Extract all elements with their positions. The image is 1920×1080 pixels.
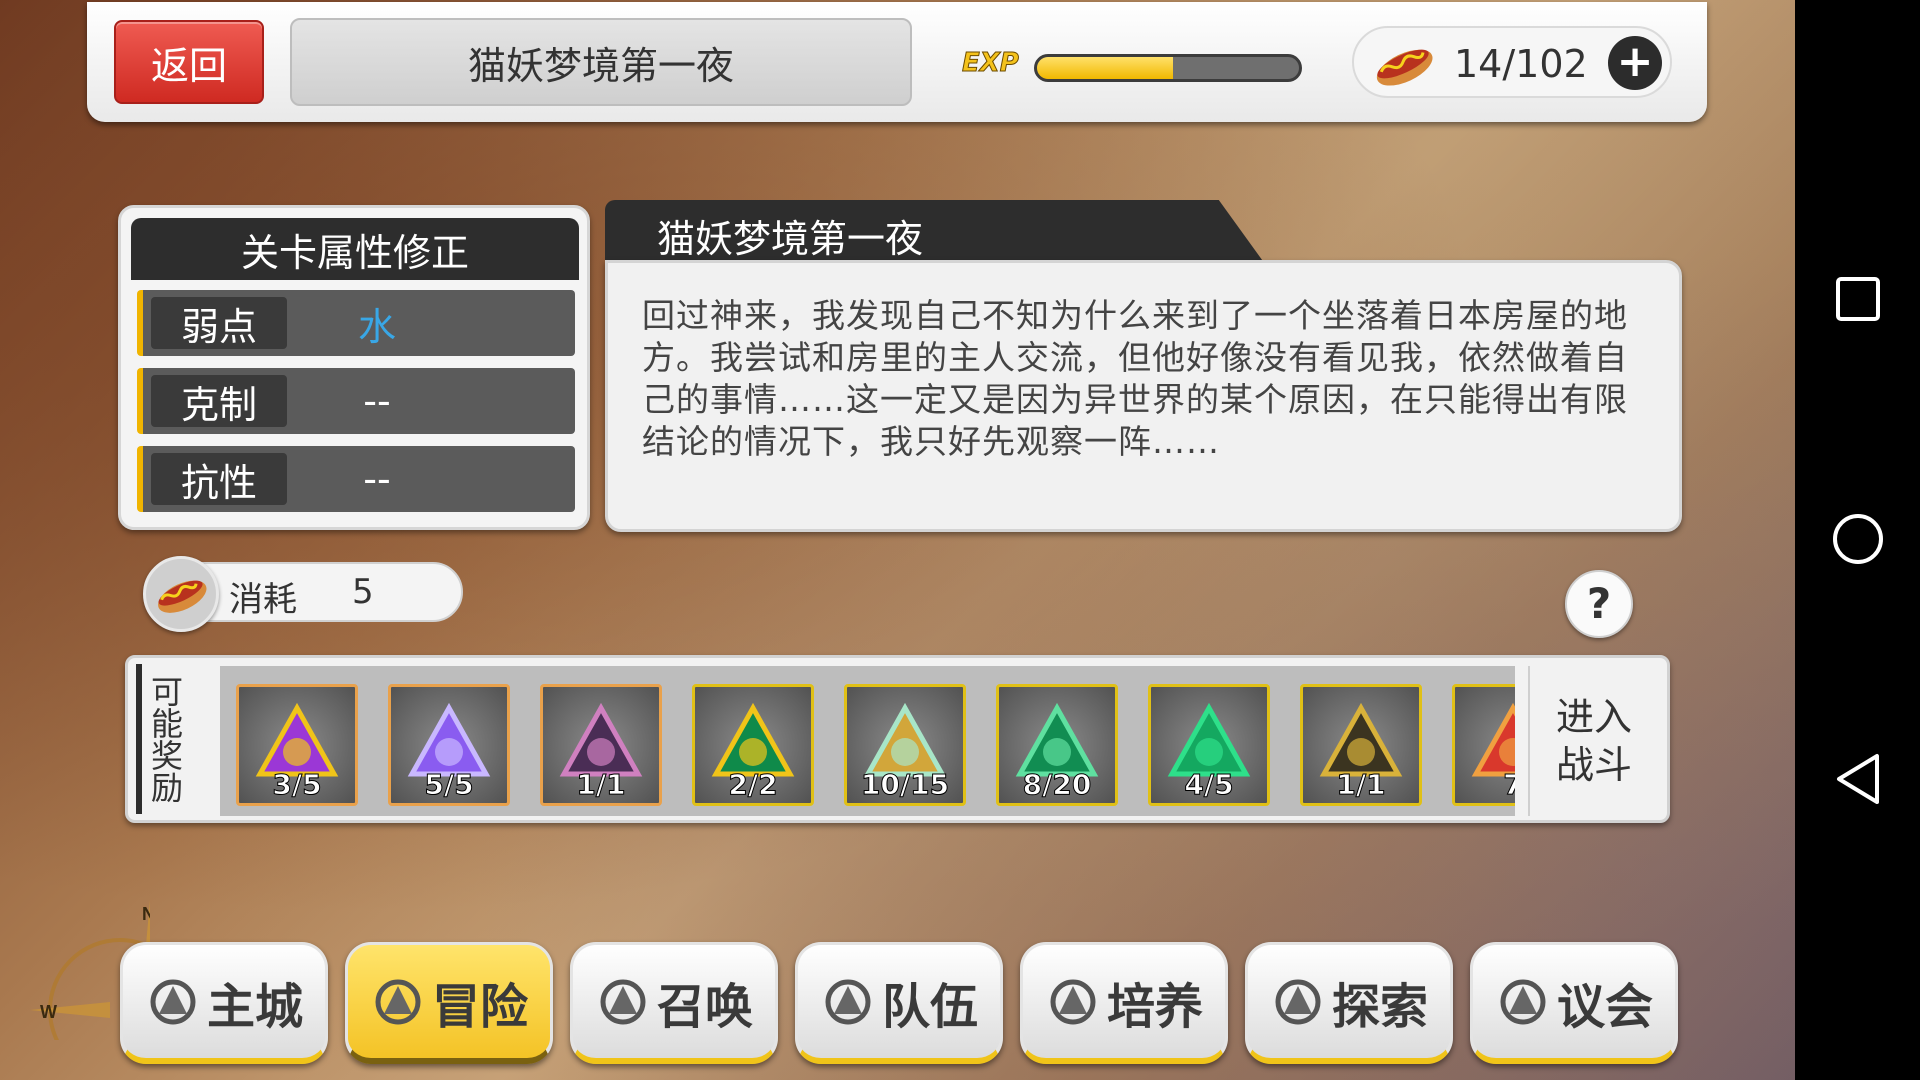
enter-battle-button[interactable]: 进入 战斗: [1528, 666, 1658, 816]
attribute-row-weakness: 弱点 水: [137, 290, 575, 356]
triangle-back-icon: [1837, 754, 1879, 804]
reward-item[interactable]: 7: [1452, 684, 1515, 806]
circle-icon: [1833, 514, 1883, 564]
triple-circle-icon: [1050, 979, 1096, 1024]
stamina-value: 14/102: [1454, 42, 1588, 86]
reward-count: 7: [1503, 768, 1515, 802]
castle-icon: [150, 979, 196, 1024]
reward-item[interactable]: 4/5: [1148, 684, 1270, 806]
tab-label: 召唤: [656, 978, 753, 1035]
recent-apps-button[interactable]: [1827, 268, 1889, 330]
tab-triple-circle[interactable]: 培养: [1020, 942, 1228, 1064]
rewards-label: 可能奖励: [136, 664, 188, 814]
tab-label: 主城: [206, 978, 303, 1035]
possible-rewards-bar: 可能奖励 3/5 5/5 1/1 2/2 10/15 8/20 4/5 1/1 7 进入 战斗: [125, 655, 1670, 823]
reward-count: 1/1: [576, 768, 626, 802]
story-panel: 回过神来，我发现自己不知为什么来到了一个坐落着日本房屋的地方。我尝试和房里的主人…: [605, 260, 1682, 532]
reward-item[interactable]: 8/20: [996, 684, 1118, 806]
hotdog-icon: [158, 580, 207, 613]
system-navigation-bar: [1795, 0, 1920, 1080]
rewards-list[interactable]: 3/5 5/5 1/1 2/2 10/15 8/20 4/5 1/1 7: [220, 666, 1515, 816]
exp-bar: [1034, 54, 1302, 82]
tab-label: 探索: [1331, 978, 1428, 1035]
attribute-label: 克制: [151, 375, 287, 427]
compass-north: N: [142, 904, 150, 924]
reward-count: 5/5: [424, 768, 474, 802]
reward-count: 4/5: [1184, 768, 1234, 802]
reward-count: 2/2: [728, 768, 778, 802]
attribute-value: --: [363, 457, 391, 501]
cost-icon-frame: [143, 556, 219, 632]
back-nav-button[interactable]: [1827, 748, 1889, 810]
home-button[interactable]: [1827, 508, 1889, 570]
hexagram-icon: [600, 979, 646, 1024]
top-bar: 返回 猫妖梦境第一夜 EXP 14/102 +: [87, 2, 1707, 122]
reward-item[interactable]: 3/5: [236, 684, 358, 806]
reward-count: 8/20: [1022, 768, 1092, 802]
tab-lion-crest[interactable]: 议会: [1470, 942, 1678, 1064]
attribute-row-counter: 克制 --: [137, 368, 575, 434]
hotdog-icon: [1376, 49, 1433, 86]
attribute-row-resistance: 抗性 --: [137, 446, 575, 512]
compass-west: W: [40, 1002, 57, 1022]
square-icon: [1836, 277, 1880, 321]
tab-crossed-swords[interactable]: 冒险: [345, 942, 553, 1064]
team-flag-icon: [825, 979, 871, 1024]
game-screen: 返回 猫妖梦境第一夜 EXP 14/102 + 关卡属性修正 弱点 水 克制 -…: [0, 0, 1795, 1080]
attribute-value: 水: [357, 304, 396, 349]
cost-value: 5: [352, 572, 374, 612]
cost-label: 消耗: [229, 580, 297, 620]
help-button[interactable]: ?: [1565, 570, 1633, 638]
story-title: 猫妖梦境第一夜: [657, 217, 924, 261]
reward-count: 3/5: [272, 768, 322, 802]
explorer-icon: [1275, 979, 1321, 1024]
add-stamina-button[interactable]: +: [1608, 36, 1662, 90]
attribute-value: --: [363, 379, 391, 423]
reward-count: 10/15: [860, 768, 950, 802]
exp-label: EXP: [962, 48, 1020, 79]
tab-hexagram[interactable]: 召唤: [570, 942, 778, 1064]
stage-attribute-panel: 关卡属性修正 弱点 水 克制 -- 抗性 --: [118, 205, 590, 530]
reward-item[interactable]: 5/5: [388, 684, 510, 806]
attribute-label: 弱点: [151, 297, 287, 349]
tab-label: 冒险: [431, 978, 528, 1035]
stamina-counter: 14/102 +: [1352, 26, 1672, 98]
tab-label: 队伍: [881, 978, 978, 1035]
reward-item[interactable]: 10/15: [844, 684, 966, 806]
reward-count: 1/1: [1336, 768, 1386, 802]
reward-item[interactable]: 1/1: [1300, 684, 1422, 806]
crossed-swords-icon: [375, 979, 421, 1024]
tab-explorer[interactable]: 探索: [1245, 942, 1453, 1064]
back-button[interactable]: 返回: [114, 20, 264, 104]
reward-item[interactable]: 1/1: [540, 684, 662, 806]
story-text: 回过神来，我发现自己不知为什么来到了一个坐落着日本房屋的地方。我尝试和房里的主人…: [642, 296, 1628, 461]
enter-battle-label: 进入 战斗: [1555, 695, 1632, 787]
story-title-tab: 猫妖梦境第一夜: [605, 200, 1265, 264]
stage-title: 猫妖梦境第一夜: [290, 18, 912, 106]
reward-item[interactable]: 2/2: [692, 684, 814, 806]
lion-crest-icon: [1500, 979, 1546, 1024]
tab-castle[interactable]: 主城: [120, 942, 328, 1064]
stamina-cost: 消耗 5: [143, 556, 463, 632]
tab-team-flag[interactable]: 队伍: [795, 942, 1003, 1064]
exp-bar-fill: [1037, 57, 1174, 79]
attribute-label: 抗性: [151, 453, 287, 505]
attribute-panel-title: 关卡属性修正: [131, 218, 579, 280]
tab-label: 议会: [1556, 978, 1653, 1035]
tab-label: 培养: [1106, 978, 1203, 1035]
